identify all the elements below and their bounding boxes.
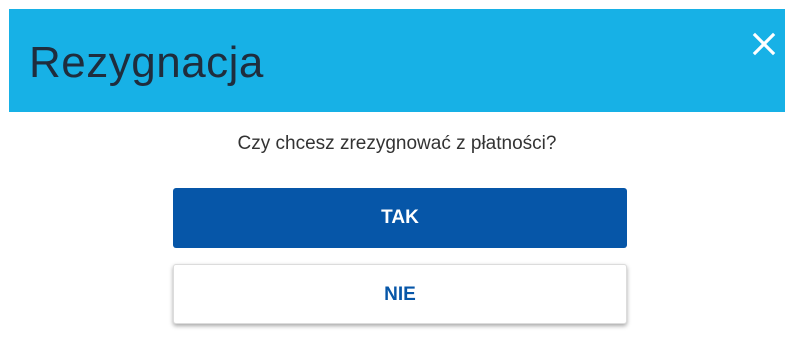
- confirmation-question: Czy chcesz zrezygnować z płatności?: [237, 133, 557, 154]
- dialog-header: Rezygnacja: [9, 9, 785, 112]
- resignation-dialog: Rezygnacja Czy chcesz zrezygnować z płat…: [0, 0, 785, 351]
- dialog-edge: [0, 0, 9, 351]
- dialog-body: Czy chcesz zrezygnować z płatności? TAK …: [9, 112, 785, 351]
- yes-button[interactable]: TAK: [173, 188, 627, 248]
- no-button[interactable]: NIE: [173, 264, 627, 324]
- dialog-title: Rezygnacja: [29, 38, 264, 87]
- close-icon: [752, 32, 776, 56]
- close-button[interactable]: [749, 29, 779, 59]
